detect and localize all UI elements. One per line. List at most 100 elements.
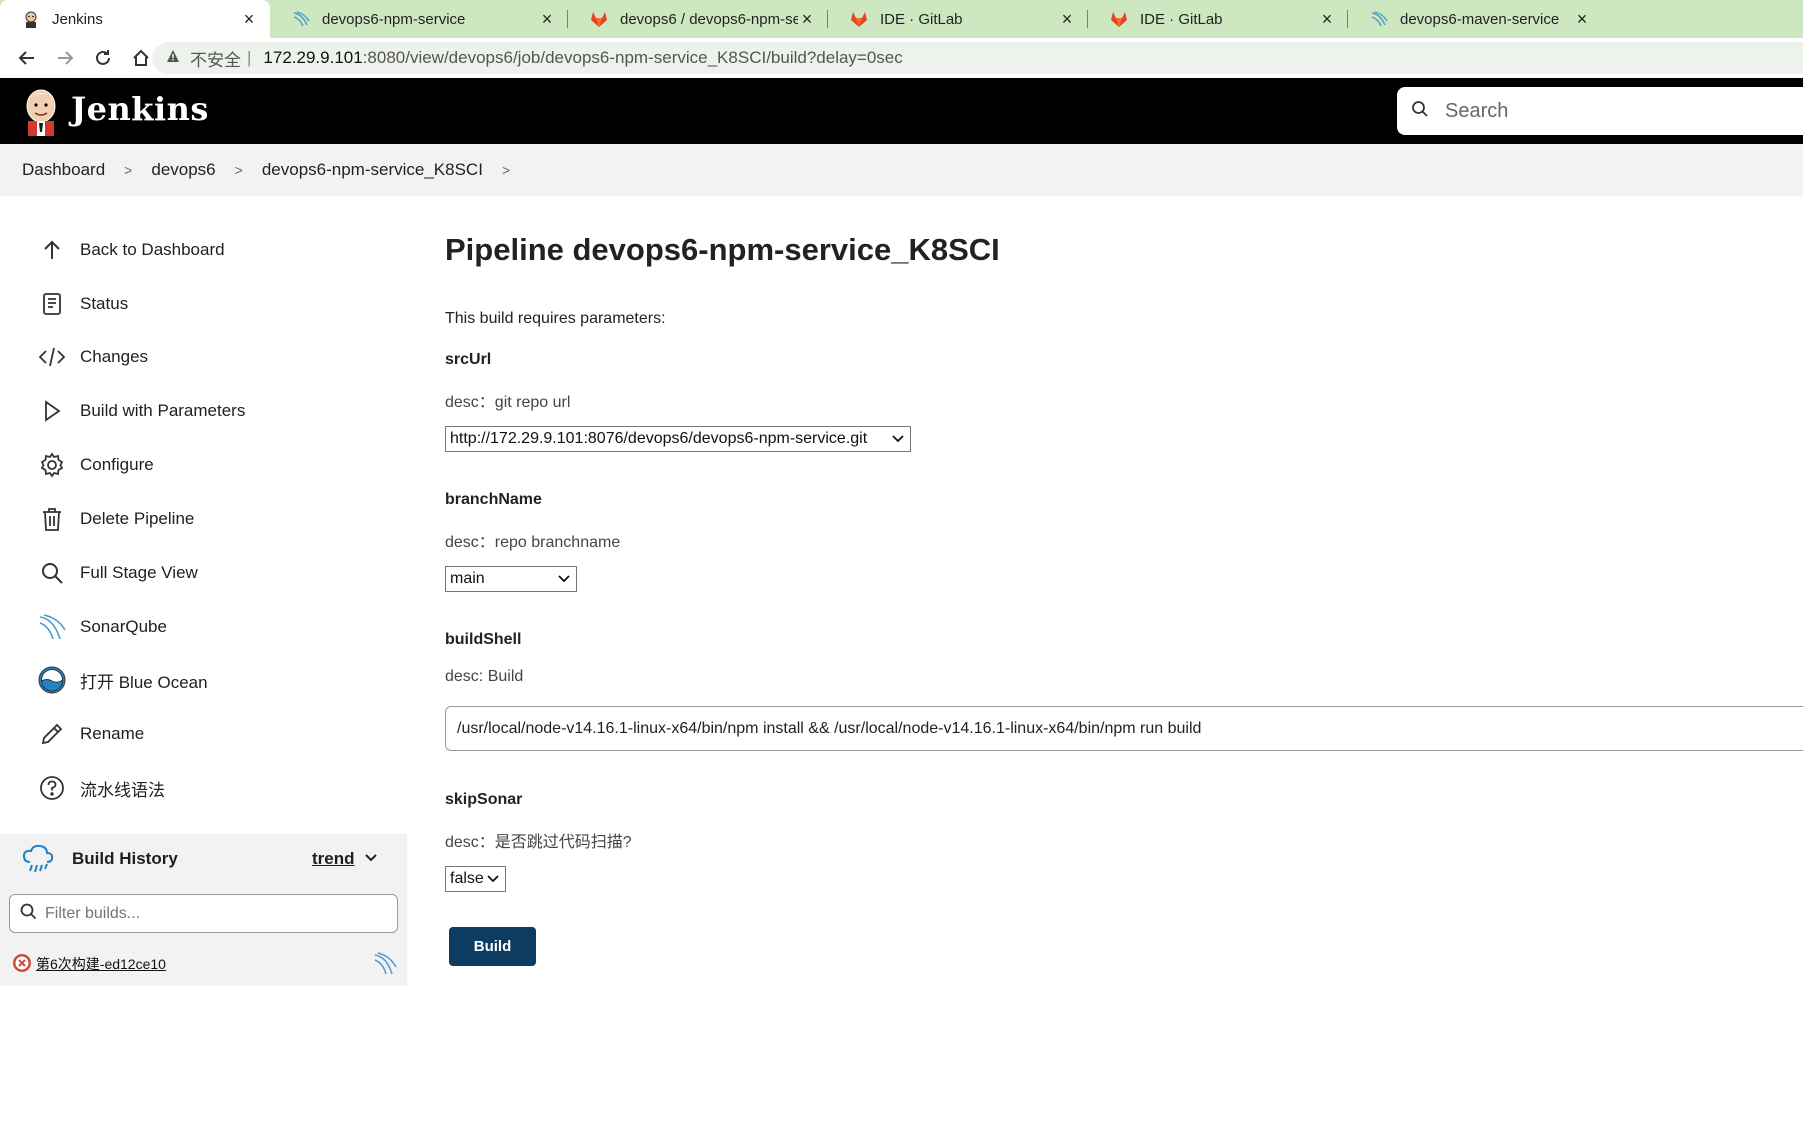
close-icon[interactable]: ×	[538, 9, 556, 30]
code-icon	[36, 341, 68, 373]
filter-builds-input[interactable]	[45, 904, 375, 923]
task-sonarqube[interactable]: SonarQube	[36, 607, 366, 647]
address-bar[interactable]: 不安全 | 172.29.9.101 :8080/view/devops6/jo…	[152, 42, 1803, 74]
play-icon	[36, 395, 68, 427]
build-filter-container	[0, 884, 407, 942]
jenkins-brand[interactable]: Jenkins	[71, 90, 209, 128]
gitlab-icon	[1110, 10, 1128, 28]
gitlab-icon	[850, 10, 868, 28]
breadcrumb-job[interactable]: devops6-npm-service_K8SCI	[262, 160, 483, 180]
search-icon	[1411, 100, 1429, 123]
warning-icon[interactable]	[166, 49, 180, 67]
srcurl-select[interactable]: http://172.29.9.101:8076/devops6/devops6…	[445, 426, 911, 452]
task-label: SonarQube	[80, 617, 167, 636]
chevron-down-icon[interactable]	[364, 850, 378, 868]
task-status[interactable]: Status	[36, 284, 366, 324]
arrow-up-icon	[36, 234, 68, 266]
task-full-stage-view[interactable]: Full Stage View	[36, 553, 366, 593]
param-name-srcurl: srcUrl	[445, 351, 492, 368]
close-icon[interactable]: ×	[240, 9, 258, 30]
task-label: Changes	[80, 347, 149, 366]
browser-tab-sonar-npm[interactable]: devops6-npm-service ×	[270, 0, 568, 38]
chevron-down-icon	[892, 430, 904, 446]
skipsonar-select[interactable]: false	[445, 866, 506, 892]
build-name-link[interactable]: 第6次构建-ed12ce10	[36, 954, 166, 974]
forward-arrow-icon[interactable]	[46, 39, 84, 77]
build-history-title: Build History	[72, 849, 178, 868]
security-label[interactable]: 不安全	[190, 46, 241, 71]
task-rename[interactable]: Rename	[36, 714, 366, 754]
browser-tab-gitlab-ide-2[interactable]: IDE · GitLab ×	[1088, 0, 1348, 38]
jenkins-logo-icon[interactable]	[22, 86, 60, 136]
task-delete-pipeline[interactable]: Delete Pipeline	[36, 499, 366, 539]
sonarqube-icon	[1370, 10, 1388, 28]
param-desc-srcurl: desc：git repo url	[445, 394, 571, 411]
task-blue-ocean[interactable]: 打开 Blue Ocean	[36, 660, 366, 700]
close-icon[interactable]: ×	[1058, 9, 1076, 30]
task-configure[interactable]: Configure	[36, 445, 366, 485]
task-changes[interactable]: Changes	[36, 337, 366, 377]
search-icon	[20, 903, 37, 925]
chevron-right-icon: >	[124, 162, 133, 178]
build-filter-box[interactable]	[9, 894, 398, 933]
task-label: Configure	[80, 455, 154, 474]
param-name-skipsonar: skipSonar	[445, 791, 523, 808]
close-icon[interactable]: ×	[798, 9, 816, 30]
task-label: 打开 Blue Ocean	[80, 672, 208, 692]
task-label: Build with Parameters	[80, 401, 246, 420]
weather-rain-icon	[22, 844, 54, 879]
param-desc-skipsonar: desc：是否跳过代码扫描?	[445, 834, 632, 851]
param-name-branchname: branchName	[445, 491, 542, 508]
chevron-down-icon	[558, 570, 570, 586]
search-input[interactable]	[1445, 99, 1745, 123]
close-icon[interactable]: ×	[1318, 9, 1336, 30]
failed-status-icon	[12, 953, 32, 978]
task-label: Delete Pipeline	[80, 509, 195, 528]
back-arrow-icon[interactable]	[8, 39, 46, 77]
url-host[interactable]: 172.29.9.101	[263, 48, 362, 68]
browser-tab-strip: Jenkins × devops6-npm-service × devops6 …	[0, 0, 1803, 38]
search-icon	[36, 557, 68, 589]
chevron-down-icon	[487, 870, 499, 886]
build-button[interactable]: Build	[449, 927, 536, 966]
breadcrumb: Dashboard > devops6 > devops6-npm-servic…	[0, 144, 1803, 196]
jenkins-icon	[22, 10, 40, 28]
reload-icon[interactable]	[84, 39, 122, 77]
build-row[interactable]: 第6次构建-ed12ce10	[0, 942, 407, 986]
browser-tab-sonar-maven[interactable]: devops6-maven-service ×	[1348, 0, 1603, 38]
sonarqube-icon	[292, 10, 310, 28]
buildshell-input[interactable]: /usr/local/node-v14.16.1-linux-x64/bin/n…	[445, 706, 1803, 751]
trash-icon	[36, 503, 68, 535]
close-icon[interactable]: ×	[1573, 9, 1591, 30]
tab-title: devops6-maven-service	[1400, 10, 1560, 28]
chevron-right-icon[interactable]: >	[502, 162, 510, 178]
task-back-to-dashboard[interactable]: Back to Dashboard	[36, 230, 366, 270]
browser-tab-jenkins[interactable]: Jenkins ×	[0, 0, 270, 38]
branchname-select[interactable]: main	[445, 566, 577, 592]
trend-link[interactable]: trend	[312, 849, 355, 869]
task-pipeline-syntax[interactable]: 流水线语法	[36, 768, 366, 808]
url-path[interactable]: :8080/view/devops6/job/devops6-npm-servi…	[363, 48, 903, 68]
param-name-buildshell: buildShell	[445, 631, 522, 648]
tab-title: devops6 / devops6-npm-servi	[620, 10, 798, 28]
task-label: Rename	[80, 724, 145, 743]
task-build-with-parameters[interactable]: Build with Parameters	[36, 391, 366, 431]
tab-title: devops6-npm-service	[322, 10, 466, 28]
browser-tab-gitlab-ide-1[interactable]: IDE · GitLab ×	[828, 0, 1088, 38]
jenkins-header: Jenkins	[0, 78, 1803, 144]
sonarqube-icon[interactable]	[373, 952, 397, 981]
skipsonar-value: false	[450, 870, 484, 887]
pencil-icon	[36, 718, 68, 750]
breadcrumb-dashboard[interactable]: Dashboard	[22, 160, 105, 180]
help-icon	[36, 772, 68, 804]
tab-title: IDE · GitLab	[1140, 10, 1223, 28]
task-label: Full Stage View	[80, 563, 198, 582]
search-box[interactable]	[1397, 87, 1803, 135]
breadcrumb-devops6[interactable]: devops6	[151, 160, 215, 180]
document-icon	[36, 288, 68, 320]
browser-tab-gitlab-repo[interactable]: devops6 / devops6-npm-servi ×	[568, 0, 828, 38]
branchname-value: main	[450, 570, 485, 587]
param-desc-branchname: desc：repo branchname	[445, 534, 621, 551]
gear-icon	[36, 449, 68, 481]
browser-toolbar: 不安全 | 172.29.9.101 :8080/view/devops6/jo…	[0, 38, 1803, 78]
